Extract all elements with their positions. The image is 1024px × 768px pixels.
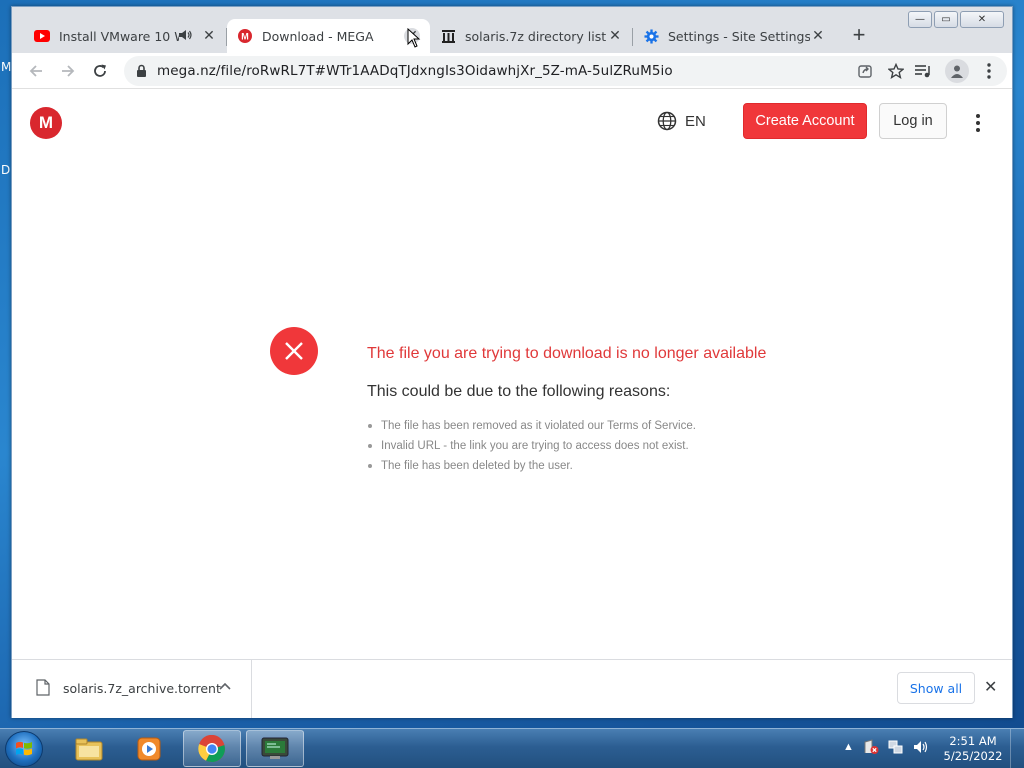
tab-solaris[interactable]: solaris.7z directory listing ✕ (430, 19, 633, 53)
explorer-icon (75, 738, 103, 760)
page-menu-icon[interactable] (969, 111, 987, 135)
volume-icon[interactable] (913, 739, 929, 755)
start-button[interactable] (5, 731, 43, 767)
speaker-icon[interactable] (179, 29, 193, 44)
tab-title: solaris.7z directory listing (465, 28, 607, 44)
person-icon (951, 65, 963, 78)
download-bar: solaris.7z_archive.torrent Show all ✕ (12, 659, 1012, 718)
download-item[interactable]: solaris.7z_archive.torrent (12, 660, 252, 718)
url-text[interactable]: mega.nz/file/roRwRL7T#WTr1AADqTJdxngIs3O… (157, 63, 673, 79)
tab-title: Download - MEGA (262, 28, 374, 44)
reload-icon (94, 64, 106, 77)
tab-title: Settings - Site Settings (668, 28, 810, 44)
chrome-icon (198, 734, 225, 762)
media-control-icon[interactable] (914, 62, 932, 80)
tab-close-icon[interactable]: ✕ (607, 28, 623, 44)
login-button[interactable]: Log in (879, 103, 947, 139)
language-label: EN (685, 112, 706, 130)
clock-time: 2:51 AM (949, 734, 997, 748)
mega-icon: M (237, 28, 253, 44)
tab-title: Install VMware 10 Wo (59, 28, 179, 44)
error-icon (270, 327, 318, 375)
file-icon (36, 679, 50, 696)
tab-close-icon[interactable]: ✕ (810, 28, 826, 44)
taskbar-explorer[interactable] (60, 730, 118, 767)
list-item: The file has been deleted by the user. (367, 456, 696, 476)
windows-logo-icon (16, 741, 32, 756)
mouse-cursor-icon (407, 28, 421, 48)
browser-window: — ▭ ✕ Install VMware 10 Wo ✕ M Downlo (11, 6, 1013, 718)
reload-button[interactable] (87, 58, 113, 84)
tab-strip: — ▭ ✕ Install VMware 10 Wo ✕ M Downlo (12, 7, 1012, 53)
action-center-icon[interactable] (863, 739, 879, 755)
error-title: The file you are trying to download is n… (367, 345, 767, 362)
language-selector[interactable]: EN (657, 111, 706, 131)
clock-date: 5/25/2022 (943, 749, 1003, 763)
media-player-icon (137, 737, 161, 760)
desktop-edge-text: D (1, 163, 11, 177)
tab-settings[interactable]: Settings - Site Settings ✕ (633, 19, 836, 53)
network-icon[interactable] (888, 739, 904, 755)
taskbar-terminal[interactable] (246, 730, 304, 767)
window-controls: — ▭ ✕ (908, 11, 1004, 28)
taskbar: ▲ 2:51 AM 5/25/2022 (0, 728, 1024, 768)
page-content: M EN Create Account Log in The file you … (12, 90, 1012, 659)
taskbar-chrome[interactable] (183, 730, 241, 767)
maximize-button[interactable]: ▭ (934, 11, 958, 28)
reasons-list: The file has been removed as it violated… (367, 416, 696, 476)
archive-icon (440, 28, 456, 44)
show-all-button[interactable]: Show all (897, 672, 975, 704)
tab-youtube[interactable]: Install VMware 10 Wo ✕ (24, 19, 227, 53)
arrow-right-icon (62, 65, 75, 77)
tray-expand-icon[interactable]: ▲ (843, 741, 854, 753)
list-item: Invalid URL - the link you are trying to… (367, 436, 696, 456)
desktop-edge-text: M (1, 60, 12, 74)
svg-text:M: M (241, 32, 249, 42)
bookmark-star-icon[interactable] (887, 62, 905, 80)
chevron-up-icon[interactable] (219, 678, 231, 693)
address-bar[interactable]: mega.nz/file/roRwRL7T#WTr1AADqTJdxngIs3O… (124, 56, 1007, 86)
gear-icon (643, 28, 659, 44)
show-desktop-button[interactable] (1010, 729, 1024, 768)
list-item: The file has been removed as it violated… (367, 416, 696, 436)
download-file-name: solaris.7z_archive.torrent (63, 681, 221, 696)
profile-avatar[interactable] (945, 59, 969, 83)
close-icon[interactable]: ✕ (984, 677, 997, 697)
mega-logo[interactable]: M (30, 107, 62, 139)
tab-close-icon[interactable]: ✕ (201, 28, 217, 44)
terminal-icon (261, 737, 289, 759)
error-subtitle: This could be due to the following reaso… (367, 383, 671, 400)
browser-menu-icon[interactable] (980, 62, 998, 80)
browser-toolbar: mega.nz/file/roRwRL7T#WTr1AADqTJdxngIs3O… (12, 53, 1012, 89)
globe-icon (657, 111, 677, 131)
tab-mega[interactable]: M Download - MEGA ✕ (227, 19, 430, 53)
forward-button[interactable] (55, 58, 81, 84)
minimize-button[interactable]: — (908, 11, 932, 28)
new-tab-button[interactable]: + (844, 20, 874, 50)
lock-icon[interactable] (136, 64, 147, 78)
share-icon[interactable] (856, 62, 874, 80)
create-account-button[interactable]: Create Account (743, 103, 867, 139)
window-close-button[interactable]: ✕ (960, 11, 1004, 28)
arrow-left-icon (29, 65, 42, 77)
tab-list: Install VMware 10 Wo ✕ M Download - MEGA… (24, 19, 874, 53)
youtube-icon (34, 28, 50, 44)
system-tray: ▲ (843, 739, 929, 755)
taskbar-clock[interactable]: 2:51 AM 5/25/2022 (940, 734, 1006, 764)
back-button[interactable] (23, 58, 49, 84)
taskbar-media-player[interactable] (120, 730, 178, 767)
